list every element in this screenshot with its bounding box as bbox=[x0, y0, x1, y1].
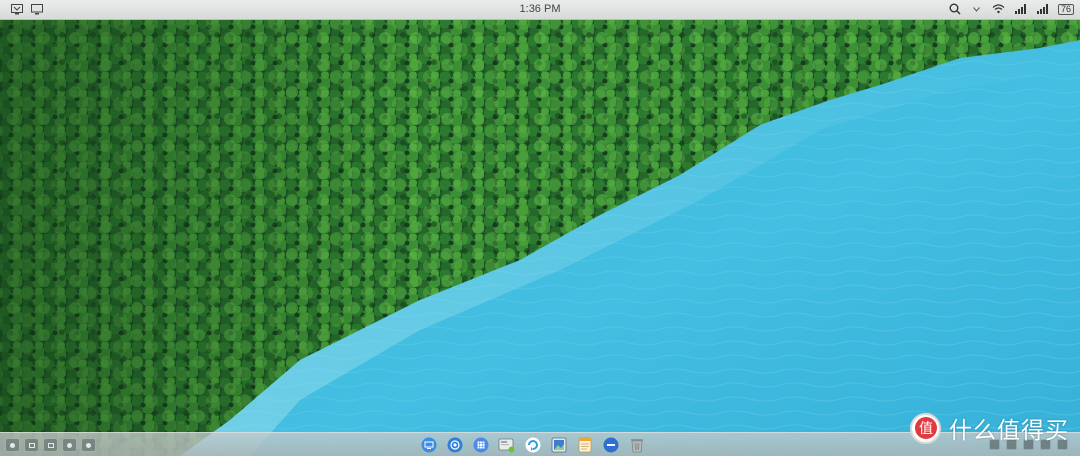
sync-icon bbox=[525, 437, 541, 453]
dock bbox=[420, 436, 646, 454]
desktop-wallpaper bbox=[0, 0, 1080, 456]
dock-item-trash[interactable] bbox=[628, 436, 646, 454]
window-icon[interactable] bbox=[24, 438, 39, 452]
dock-item-notes[interactable] bbox=[576, 436, 594, 454]
desktop-icon[interactable] bbox=[43, 438, 58, 452]
status-bar: 1:36 PM 76 bbox=[0, 0, 1080, 20]
clock[interactable]: 1:36 PM bbox=[0, 3, 1080, 15]
minus-circle-icon bbox=[603, 437, 619, 453]
watermark-text: 什么值得买 bbox=[949, 418, 1069, 444]
screen-capture-icon bbox=[498, 438, 515, 453]
dock-item-sync[interactable] bbox=[524, 436, 542, 454]
wallpaper-image bbox=[0, 0, 1080, 456]
settings-icon[interactable] bbox=[5, 438, 20, 452]
notes-icon bbox=[578, 437, 592, 453]
monitor-icon bbox=[421, 437, 437, 453]
watermark: 值 什么值得买 bbox=[910, 411, 1069, 445]
toggle-icon[interactable] bbox=[62, 438, 77, 452]
dock-item-screen-capture[interactable] bbox=[498, 436, 516, 454]
browser-icon bbox=[447, 437, 463, 453]
image-icon bbox=[551, 437, 567, 453]
battery-icon: 76 bbox=[1057, 3, 1074, 15]
watermark-logo-icon: 值 bbox=[914, 417, 937, 439]
search-icon[interactable] bbox=[948, 2, 962, 16]
dock-item-launcher[interactable] bbox=[472, 436, 490, 454]
dock-item-browser[interactable] bbox=[446, 436, 464, 454]
dock-item-minus[interactable] bbox=[602, 436, 620, 454]
trash-icon bbox=[631, 439, 643, 453]
signal-icon bbox=[1036, 2, 1050, 16]
svg-text:值: 值 bbox=[919, 421, 933, 437]
dropdown-arrow-icon[interactable] bbox=[970, 2, 984, 16]
dock-item-image-viewer[interactable] bbox=[550, 436, 568, 454]
dock-item-monitor[interactable] bbox=[420, 436, 438, 454]
signal-icon bbox=[1014, 2, 1028, 16]
watermark-logo: 值 bbox=[910, 412, 941, 444]
record-icon[interactable] bbox=[81, 438, 96, 452]
wifi-icon[interactable] bbox=[992, 2, 1006, 16]
grid-icon bbox=[473, 437, 489, 453]
